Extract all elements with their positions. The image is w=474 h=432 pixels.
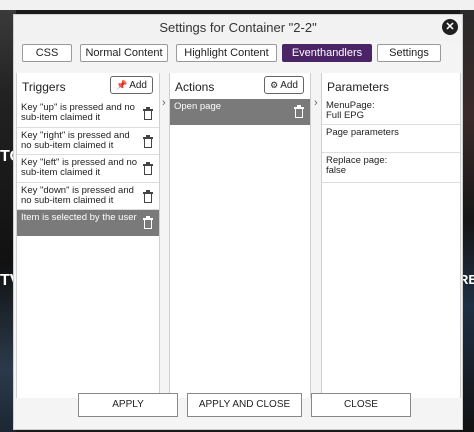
tab-eventhandlers[interactable]: Eventhandlers [282, 44, 372, 62]
trigger-item[interactable]: Key "down" is pressed and no sub-item cl… [17, 183, 159, 210]
parameters-title: Parameters [327, 80, 390, 94]
settings-dialog: Settings for Container "2-2" ✕ CSS Norma… [13, 14, 463, 430]
trash-icon[interactable] [143, 135, 153, 148]
trigger-item[interactable]: Key "left" is pressed and no sub-item cl… [17, 155, 159, 183]
triggers-title: Triggers [22, 80, 66, 94]
param-label: Page parameters [326, 127, 399, 138]
tab-normal-content[interactable]: Normal Content [80, 44, 168, 62]
tab-css[interactable]: CSS [22, 44, 72, 62]
trigger-item-text: Key "up" is pressed and no sub-item clai… [21, 102, 135, 123]
dialog-title: Settings for Container "2-2" [14, 15, 462, 41]
trigger-item[interactable]: Key "up" is pressed and no sub-item clai… [17, 100, 159, 128]
param-value: Full EPG [326, 110, 365, 121]
add-action-button[interactable]: ⚙ Add [264, 76, 304, 94]
add-trigger-label: Add [129, 80, 147, 91]
param-page-parameters[interactable]: Page parameters [322, 125, 460, 153]
pin-icon: 📌 [115, 80, 128, 90]
tab-settings[interactable]: Settings [377, 44, 441, 62]
apply-and-close-button[interactable]: APPLY AND CLOSE [187, 393, 302, 417]
trash-icon[interactable] [143, 162, 153, 175]
trash-icon[interactable] [143, 216, 153, 229]
param-value: false [326, 165, 347, 176]
trash-icon[interactable] [143, 107, 153, 120]
trash-icon[interactable] [143, 190, 153, 203]
close-icon[interactable]: ✕ [442, 19, 458, 35]
actions-title: Actions [175, 80, 215, 94]
background-toolbar [0, 0, 474, 10]
chevron-right-icon: › [314, 97, 318, 109]
tab-highlight-content[interactable]: Highlight Content [176, 44, 277, 62]
trigger-item-text: Item is selected by the user [21, 212, 137, 223]
trigger-item-selected[interactable]: Item is selected by the user [17, 210, 159, 236]
action-item-selected[interactable]: Open page [170, 99, 310, 125]
trash-icon[interactable] [294, 105, 304, 118]
param-replace-page[interactable]: Replace page: false [322, 153, 460, 183]
trigger-item-text: Key "left" is pressed and no sub-item cl… [21, 157, 138, 178]
close-button[interactable]: CLOSE [311, 393, 411, 417]
add-action-icon: ⚙ [270, 80, 279, 90]
add-action-label: Add [280, 80, 298, 91]
parameters-panel: Parameters MenuPage: Full EPG Page param… [321, 73, 461, 398]
trigger-item-text: Key "down" is pressed and no sub-item cl… [21, 185, 134, 206]
trigger-item[interactable]: Key "right" is pressed and no sub-item c… [17, 128, 159, 155]
param-menupage[interactable]: MenuPage: Full EPG [322, 99, 460, 125]
trigger-item-text: Key "right" is pressed and no sub-item c… [21, 130, 130, 151]
add-trigger-button[interactable]: 📌 Add [109, 76, 153, 94]
triggers-panel: Triggers 📌 Add Key "up" is pressed and no… [16, 73, 160, 398]
actions-panel: Actions ⚙ Add Open page [169, 73, 311, 398]
chevron-right-icon: › [162, 97, 166, 109]
apply-button[interactable]: APPLY [78, 393, 178, 417]
action-item-text: Open page [174, 101, 222, 112]
